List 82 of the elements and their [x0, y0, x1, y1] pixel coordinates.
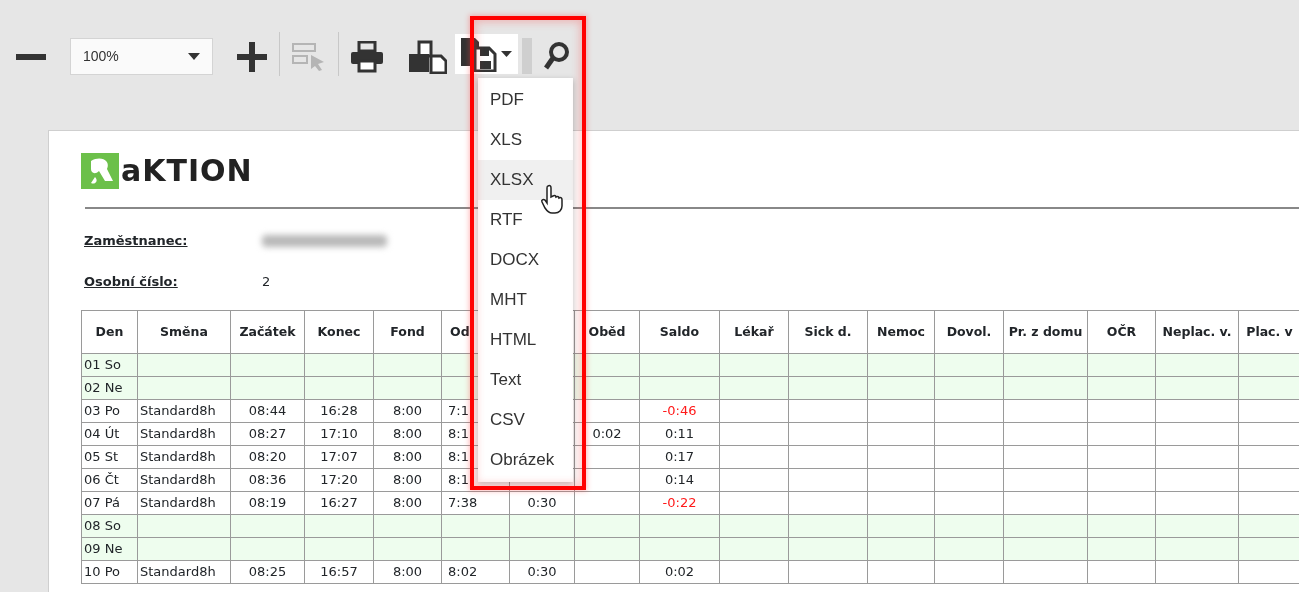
- table-cell: 8:00: [373, 491, 442, 515]
- table-cell: 04 Út: [81, 422, 138, 446]
- table-cell: 03 Po: [81, 399, 138, 423]
- table-cell: 17:07: [304, 445, 374, 469]
- search-icon[interactable]: [544, 41, 570, 71]
- menu-item[interactable]: DOCX: [478, 240, 573, 280]
- menu-item[interactable]: XLS: [478, 120, 573, 160]
- table-cell: 0:30: [509, 560, 575, 584]
- table-cell: 02 Ne: [81, 376, 138, 400]
- caret-icon: [501, 51, 512, 57]
- column-header: Dovol.: [934, 310, 1004, 354]
- menu-item[interactable]: RTF: [478, 200, 573, 240]
- zoom-in-icon[interactable]: [237, 42, 267, 72]
- table-cell: -0:22: [639, 491, 720, 515]
- print-icon[interactable]: [351, 41, 383, 73]
- table-cell: 16:27: [304, 491, 374, 515]
- table-cell: 08 So: [81, 514, 138, 538]
- column-header: Sick d.: [788, 310, 868, 354]
- column-header: Fond: [373, 310, 442, 354]
- table-cell: 10 Po: [81, 560, 138, 584]
- pages-icon[interactable]: [409, 40, 447, 74]
- table-cell: Standard8h: [137, 560, 231, 584]
- table-cell: 8:00: [373, 468, 442, 492]
- table-cell: 07 Pá: [81, 491, 138, 515]
- column-header: Nemoc: [867, 310, 935, 354]
- column-header: Lékař: [719, 310, 789, 354]
- caret-icon: [188, 53, 200, 60]
- column-header: Plac. v: [1238, 310, 1299, 354]
- table-cell: 08:44: [230, 399, 305, 423]
- table-cell: 8:02: [441, 560, 510, 584]
- column-header: Směna: [137, 310, 231, 354]
- table-cell: 7:38: [441, 491, 510, 515]
- save-export-icon: [461, 36, 497, 72]
- hand-cursor-icon: [540, 184, 566, 214]
- table-cell: 17:20: [304, 468, 374, 492]
- column-header: Saldo: [639, 310, 720, 354]
- field-label: Osobní číslo:: [84, 273, 179, 292]
- menu-item[interactable]: PDF: [478, 80, 573, 120]
- table-cell: 0:30: [509, 491, 575, 515]
- column-header: Pr. z domu: [1003, 310, 1088, 354]
- menu-item[interactable]: XLSX: [478, 160, 573, 200]
- table-cell: 0:11: [639, 422, 720, 446]
- column-header: OČR: [1087, 310, 1156, 354]
- table-cell: Standard8h: [137, 399, 231, 423]
- table-cell: 06 Čt: [81, 468, 138, 492]
- table-cell: 01 So: [81, 353, 138, 377]
- column-header: Konec: [304, 310, 374, 354]
- table-cell: 09 Ne: [81, 537, 138, 561]
- table-cell: 0:02: [639, 560, 720, 584]
- table-cell: 8:00: [373, 445, 442, 469]
- table-cell: 8:00: [373, 422, 442, 446]
- table-cell: Standard8h: [137, 468, 231, 492]
- export-button[interactable]: [455, 34, 518, 74]
- column-header: Den: [81, 310, 138, 354]
- table-cell: 16:28: [304, 399, 374, 423]
- logo-icon: [81, 153, 119, 189]
- table-cell: Standard8h: [137, 491, 231, 515]
- table-cell: 08:36: [230, 468, 305, 492]
- table-cell: 17:10: [304, 422, 374, 446]
- table-cell: 08:19: [230, 491, 305, 515]
- table-cell: 0:17: [639, 445, 720, 469]
- table-cell: 08:20: [230, 445, 305, 469]
- field-label: Zaměstnanec:: [84, 232, 189, 251]
- table-cell: -0:46: [639, 399, 720, 423]
- table-cell: Standard8h: [137, 445, 231, 469]
- table-cell: 0:02: [574, 422, 640, 446]
- logo-text: aKTION: [121, 156, 253, 186]
- separator-bar: [522, 38, 532, 74]
- field-value: 2: [262, 273, 271, 292]
- column-header: Oběd: [574, 310, 640, 354]
- column-header: Neplac. v.: [1155, 310, 1239, 354]
- table-cell: 8:00: [373, 399, 442, 423]
- table-cell: 08:25: [230, 560, 305, 584]
- table-cell: 8:00: [373, 560, 442, 584]
- table-cell: 05 St: [81, 445, 138, 469]
- table-cell: 16:57: [304, 560, 374, 584]
- column-header: Začátek: [230, 310, 305, 354]
- table-cell: 08:27: [230, 422, 305, 446]
- zoom-dropdown[interactable]: 100%: [70, 38, 213, 75]
- menu-item[interactable]: Text: [478, 360, 573, 400]
- table-cell: Standard8h: [137, 422, 231, 446]
- table-cell: 0:14: [639, 468, 720, 492]
